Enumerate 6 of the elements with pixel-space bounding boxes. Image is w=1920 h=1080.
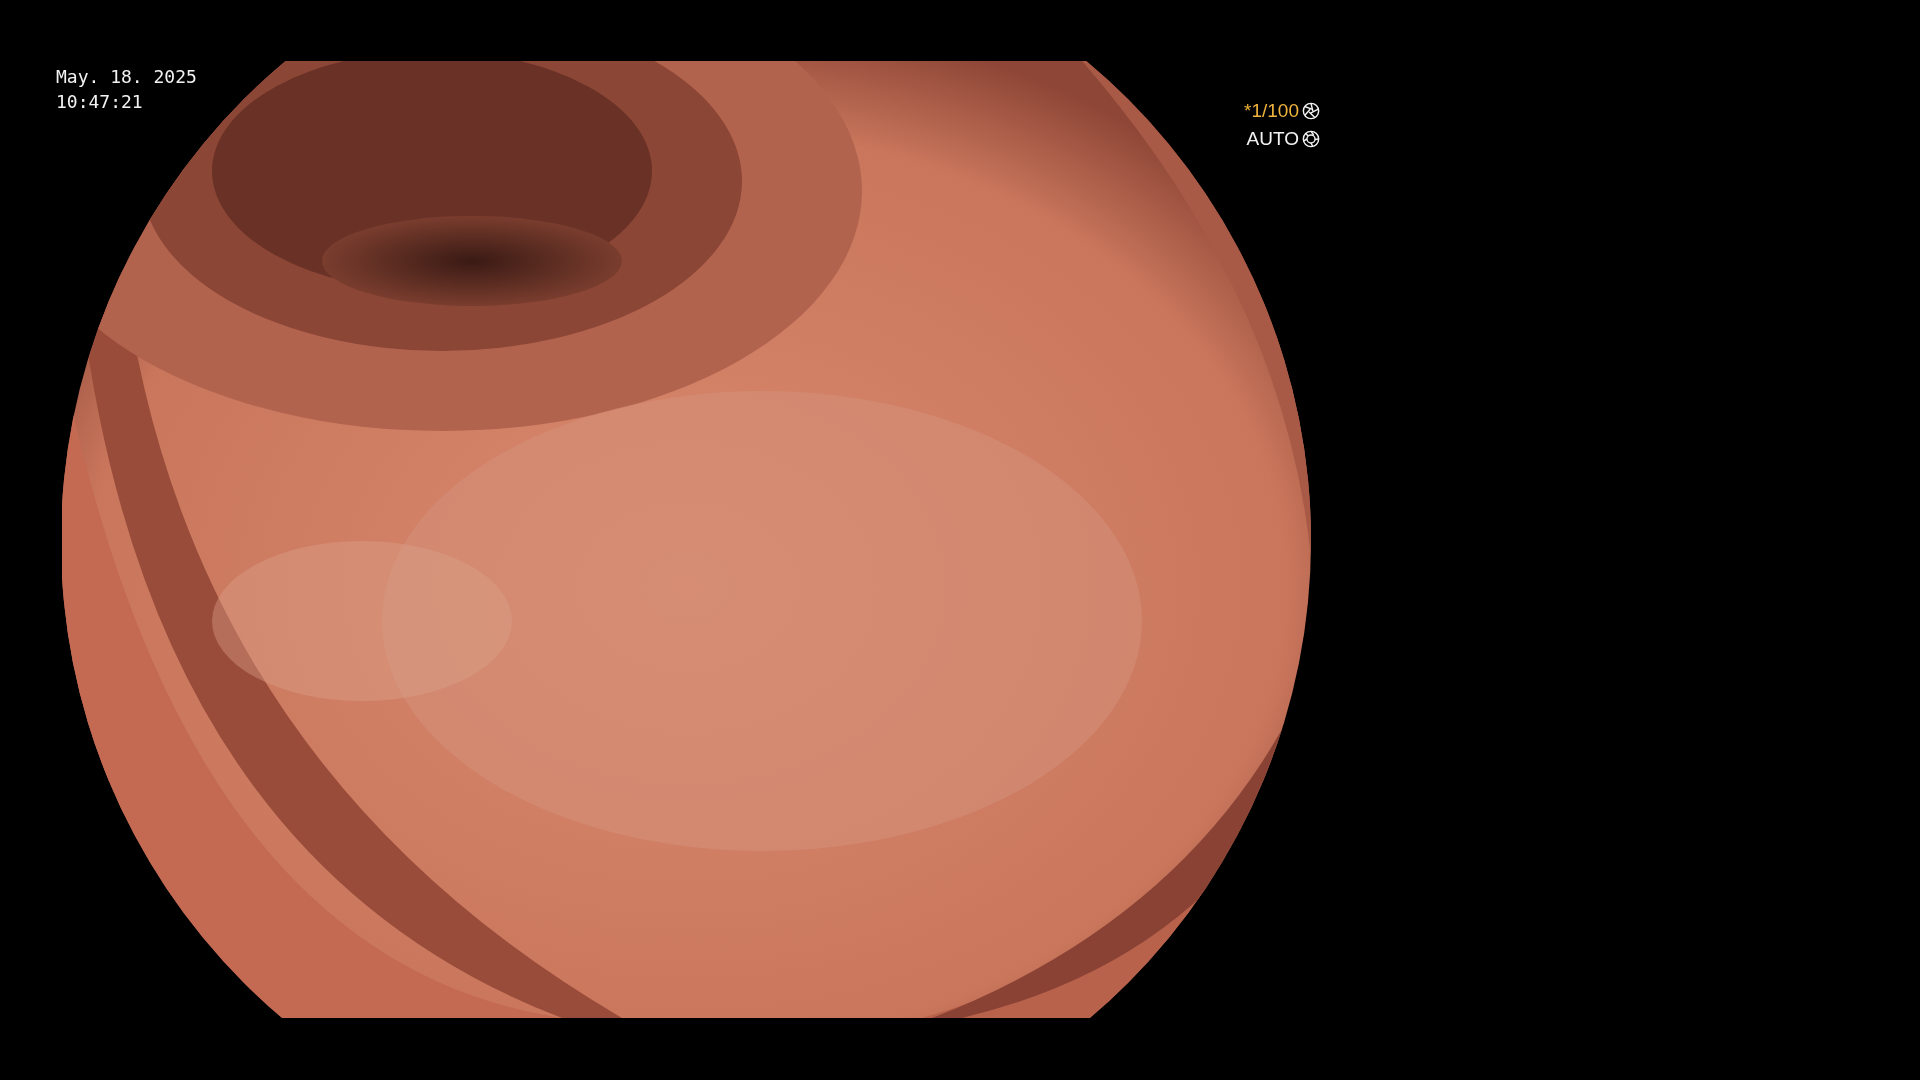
aperture-icon xyxy=(1302,130,1320,148)
time-text: 10:47:21 xyxy=(56,90,144,114)
date-text: May. 18. 2025 xyxy=(56,65,197,89)
iris-mode-text: AUTO xyxy=(1246,128,1299,150)
aperture-icon xyxy=(1302,102,1320,120)
shutter-speed-text: *1/100 xyxy=(1244,100,1299,122)
